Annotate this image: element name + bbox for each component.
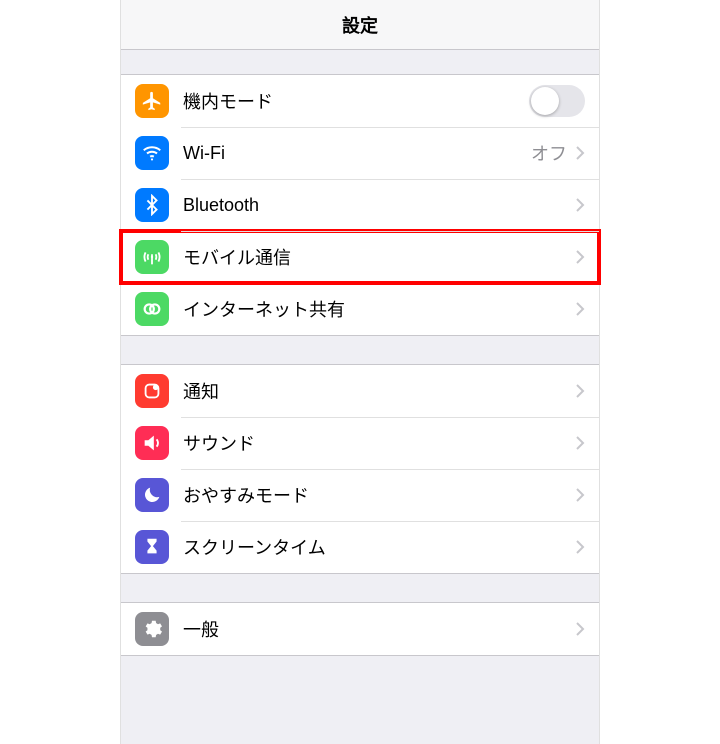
row-label: モバイル通信 [183,244,575,270]
page-title: 設定 [342,12,378,38]
hourglass-icon [135,530,169,564]
notifications-icon [135,374,169,408]
row-label: 機内モード [183,88,529,114]
settings-screen: 設定 機内モード Wi-Fi オフ Bluetooth [120,0,600,744]
row-label: おやすみモード [183,482,575,508]
row-value: オフ [531,140,567,166]
row-label: スクリーンタイム [183,534,575,560]
row-general[interactable]: 一般 [121,603,599,655]
sounds-icon [135,426,169,460]
row-bluetooth[interactable]: Bluetooth [121,179,599,231]
settings-group-1: 機内モード Wi-Fi オフ Bluetooth モバイル通信 [121,74,599,336]
settings-group-2: 通知 サウンド おやすみモード スクリーンタイム [121,364,599,574]
chevron-right-icon [575,145,585,161]
row-label: インターネット共有 [183,296,575,322]
row-hotspot[interactable]: インターネット共有 [121,283,599,335]
chevron-right-icon [575,487,585,503]
airplane-toggle[interactable] [529,85,585,117]
bluetooth-icon [135,188,169,222]
chevron-right-icon [575,197,585,213]
chevron-right-icon [575,249,585,265]
hotspot-icon [135,292,169,326]
gear-icon [135,612,169,646]
chevron-right-icon [575,539,585,555]
row-cellular[interactable]: モバイル通信 [121,231,599,283]
row-label: 通知 [183,378,575,404]
row-label: Wi-Fi [183,143,531,164]
row-sounds[interactable]: サウンド [121,417,599,469]
chevron-right-icon [575,435,585,451]
navbar: 設定 [121,0,599,50]
settings-group-3: 一般 [121,602,599,656]
wifi-icon [135,136,169,170]
row-dnd[interactable]: おやすみモード [121,469,599,521]
row-label: Bluetooth [183,195,575,216]
row-label: サウンド [183,430,575,456]
cellular-icon [135,240,169,274]
row-notifications[interactable]: 通知 [121,365,599,417]
row-screentime[interactable]: スクリーンタイム [121,521,599,573]
moon-icon [135,478,169,512]
chevron-right-icon [575,301,585,317]
chevron-right-icon [575,621,585,637]
chevron-right-icon [575,383,585,399]
airplane-icon [135,84,169,118]
row-wifi[interactable]: Wi-Fi オフ [121,127,599,179]
row-label: 一般 [183,616,575,642]
row-airplane[interactable]: 機内モード [121,75,599,127]
